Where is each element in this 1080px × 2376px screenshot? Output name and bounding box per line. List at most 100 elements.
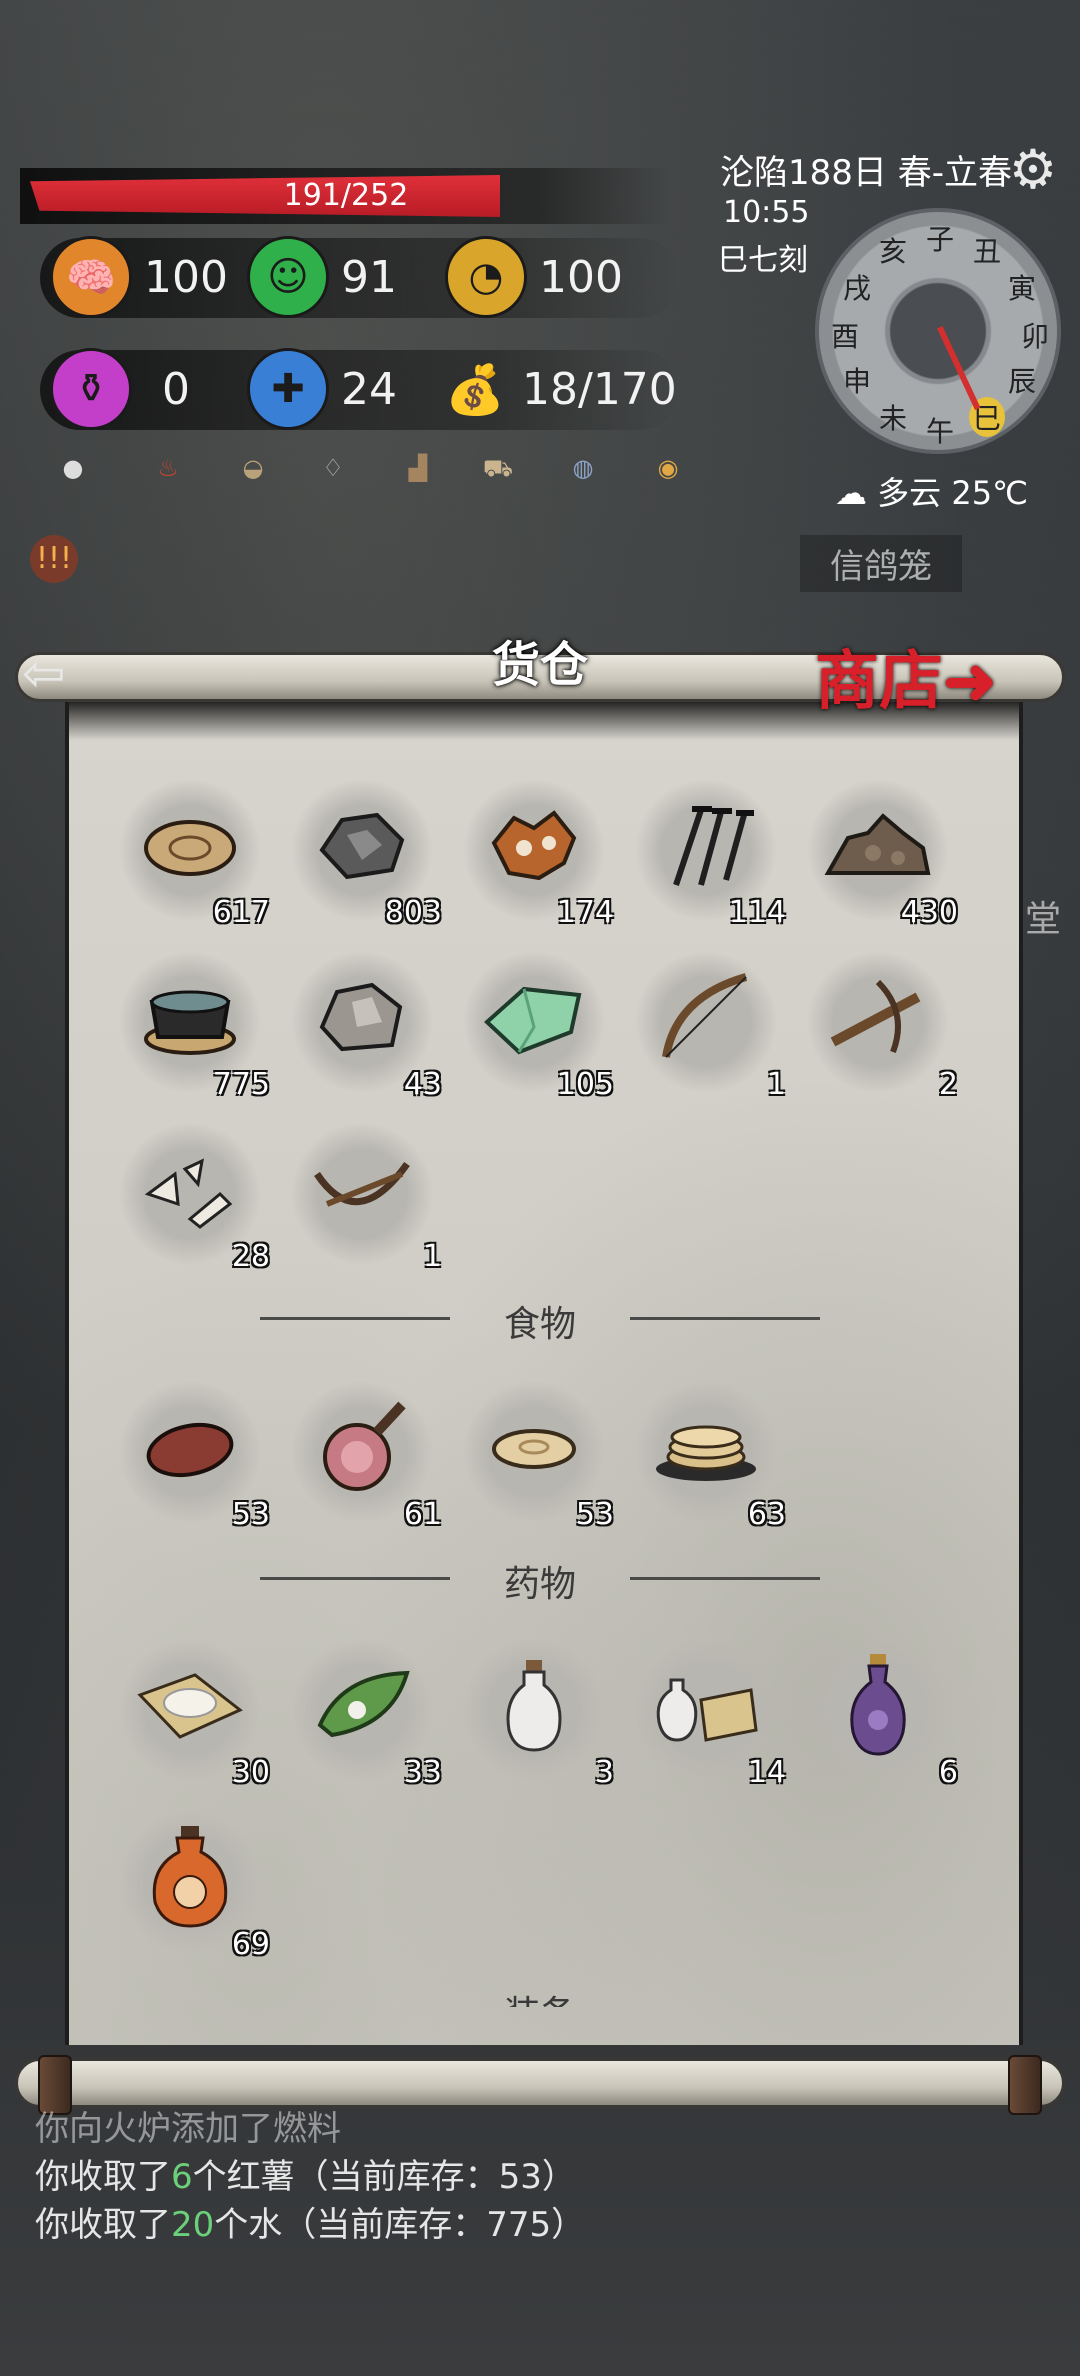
- item-pancake-stack[interactable]: 63: [636, 1382, 786, 1532]
- item-flatbread[interactable]: 53: [464, 1382, 614, 1532]
- log-number: 20: [171, 2205, 215, 2245]
- item-count: 1: [766, 1067, 786, 1102]
- dial-char: 酉: [830, 320, 859, 353]
- log-text: 个水: [214, 2205, 283, 2245]
- item-wood-slice[interactable]: 617: [120, 780, 270, 930]
- log-text: 你收取了: [35, 2205, 171, 2245]
- leather-icon: [479, 800, 589, 890]
- item-bow[interactable]: 1: [636, 952, 786, 1102]
- log-number: 6: [171, 2157, 193, 2197]
- ore-icon: [823, 800, 933, 890]
- divider: [630, 1577, 820, 1580]
- item-water-bowl[interactable]: 775: [120, 952, 270, 1102]
- purple-vase-icon: [823, 1654, 933, 1756]
- stat-medkit[interactable]: ✚ 24: [247, 348, 397, 430]
- item-ore-pile[interactable]: 430: [808, 780, 958, 930]
- pill-icon[interactable]: ●: [55, 450, 91, 486]
- medicine-row: 30 33 3 14 6: [120, 1640, 970, 1790]
- bottle-icon: [479, 1660, 589, 1752]
- materials-row: 775 43 105 1 2: [120, 952, 970, 1102]
- item-count: 69: [231, 1927, 270, 1962]
- log-item: 个红薯: [193, 2157, 295, 2197]
- stat-value: 0: [162, 363, 190, 415]
- item-white-bottle[interactable]: 3: [464, 1640, 614, 1790]
- powder-icon: [135, 1660, 245, 1750]
- item-jade[interactable]: 105: [464, 952, 614, 1102]
- log-text: （当前库存：775）: [282, 2205, 586, 2245]
- wood-icon: [135, 800, 245, 890]
- hp-value: 191/252: [283, 178, 409, 213]
- divider: [630, 1317, 820, 1320]
- stat-hunger[interactable]: ◔ 100: [445, 236, 623, 318]
- item-small-crossbow[interactable]: 1: [292, 1124, 442, 1274]
- bag-icon[interactable]: ◍: [565, 450, 601, 486]
- smile-icon: ☺: [247, 236, 329, 318]
- lantern-icon[interactable]: ◉: [650, 450, 686, 486]
- pigeon-cage-label[interactable]: 信鸽笼: [800, 535, 962, 592]
- dial-char: 子: [925, 223, 954, 256]
- item-count: 63: [747, 1497, 786, 1532]
- dial-char: 亥: [878, 235, 907, 268]
- shop-button[interactable]: 商店➜: [815, 630, 997, 722]
- stat-potion[interactable]: ⚱ 0: [50, 348, 190, 430]
- item-sweet-potato[interactable]: 53: [120, 1382, 270, 1532]
- item-purple-vase[interactable]: 6: [808, 1640, 958, 1790]
- dial-char: 午: [925, 415, 954, 448]
- item-leather[interactable]: 174: [464, 780, 614, 930]
- bottle-scroll-icon: [651, 1660, 761, 1750]
- log-line: 你收取了20个水（当前库存：775）: [35, 2201, 1035, 2249]
- dial-char: 戌: [842, 272, 871, 305]
- item-herb-leaf[interactable]: 33: [292, 1640, 442, 1790]
- item-count: 105: [556, 1067, 614, 1102]
- item-nails[interactable]: 114: [636, 780, 786, 930]
- log-text: 你收取了: [35, 2157, 171, 2197]
- gear-icon[interactable]: ⚙: [1005, 142, 1061, 198]
- stat-value: 100: [144, 251, 228, 303]
- stomach-icon: ◔: [445, 236, 527, 318]
- nails-icon: [651, 800, 761, 890]
- section-food-header: 食物: [260, 1295, 820, 1347]
- cart-icon[interactable]: ⛟: [480, 450, 516, 486]
- item-count: 33: [403, 1755, 442, 1790]
- sack-icon: 💰: [445, 361, 505, 418]
- cloud-icon: ☁: [835, 474, 867, 512]
- item-crossbow[interactable]: 2: [808, 952, 958, 1102]
- time-dial[interactable]: 子 丑 寅 卯 辰 巳 午 未 申 酉 戌 亥: [815, 208, 1061, 454]
- divider: [260, 1317, 450, 1320]
- date-label: 沦陷188日 春-立春: [720, 153, 1012, 193]
- bread-icon[interactable]: ◒: [235, 450, 271, 486]
- shichen-label: 巳七刻: [718, 243, 808, 278]
- item-coal[interactable]: 803: [292, 780, 442, 930]
- stat-mood[interactable]: ☺ 91: [247, 236, 397, 318]
- item-orange-jar[interactable]: 69: [120, 1812, 270, 1962]
- item-count: 43: [403, 1067, 442, 1102]
- item-count: 775: [212, 1067, 270, 1102]
- time-label: 10:55: [723, 195, 810, 230]
- item-stone[interactable]: 43: [292, 952, 442, 1102]
- stat-capacity[interactable]: 💰 18/170: [440, 348, 677, 430]
- item-count: 174: [556, 895, 614, 930]
- orange-jar-icon: [135, 1826, 245, 1928]
- stat-sanity[interactable]: 🧠 100: [50, 236, 228, 318]
- side-building-label[interactable]: 堂: [1025, 890, 1061, 942]
- boots-icon[interactable]: ▟: [400, 450, 436, 486]
- warning-badge[interactable]: !!!: [30, 535, 78, 583]
- stat-value: 91: [341, 251, 397, 303]
- stat-value: 24: [341, 363, 397, 415]
- potion-icon: ⚱: [50, 348, 132, 430]
- item-count: 53: [231, 1497, 270, 1532]
- shards-icon: [135, 1144, 245, 1234]
- log-line: 你向火炉添加了燃料: [35, 2109, 341, 2149]
- section-title: 食物: [503, 1304, 576, 1345]
- item-ham[interactable]: 61: [292, 1382, 442, 1532]
- item-herb-powder[interactable]: 30: [120, 1640, 270, 1790]
- bandage-icon: ✚: [247, 348, 329, 430]
- item-bottle-and-scroll[interactable]: 14: [636, 1640, 786, 1790]
- flame-icon[interactable]: ♨: [150, 450, 186, 486]
- stat-value: 100: [539, 251, 623, 303]
- bowl-icon: [135, 972, 245, 1062]
- vase-icon[interactable]: ♢: [315, 450, 351, 486]
- divider: [260, 1577, 450, 1580]
- item-shards[interactable]: 28: [120, 1124, 270, 1274]
- sweet-potato-icon: [135, 1402, 245, 1492]
